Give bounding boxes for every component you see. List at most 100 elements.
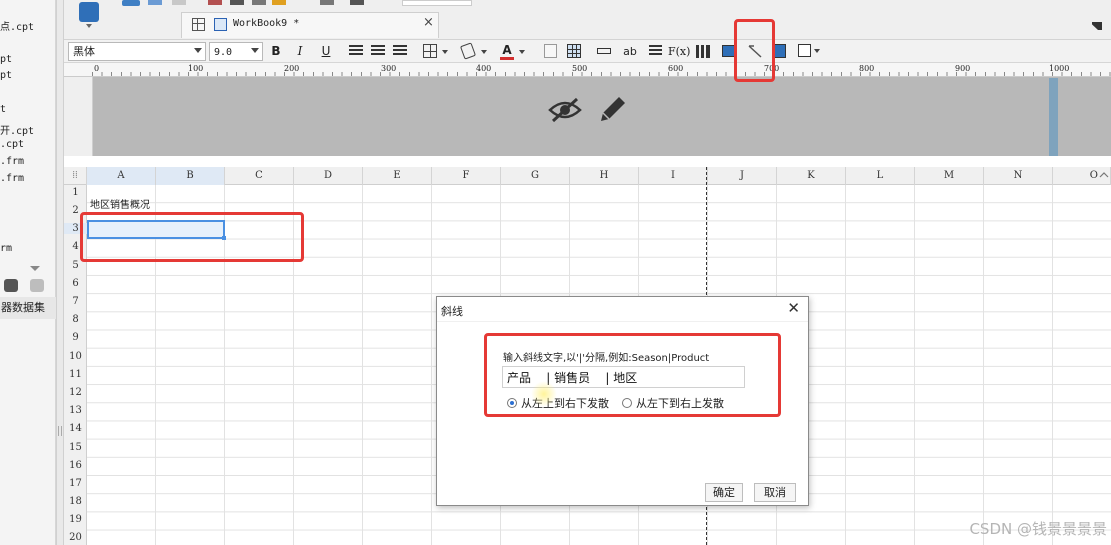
chevron-down-icon[interactable] xyxy=(814,49,820,53)
cancel-button[interactable]: 取消 xyxy=(754,483,796,502)
file-item[interactable]: .cpt xyxy=(0,139,24,150)
row-header[interactable]: 7 xyxy=(64,296,87,307)
undo-icon[interactable] xyxy=(148,0,162,5)
column-header[interactable]: I xyxy=(639,167,708,185)
row-header[interactable]: 17 xyxy=(64,478,87,489)
file-item[interactable]: 开.cpt xyxy=(0,122,34,137)
save-icon[interactable] xyxy=(122,0,140,6)
column-header[interactable]: K xyxy=(777,167,846,185)
panel-toggle-icon[interactable] xyxy=(1092,22,1102,30)
select-all-corner[interactable]: ⁞⁞ xyxy=(64,167,87,185)
column-header[interactable]: F xyxy=(432,167,501,185)
underline-button[interactable]: U xyxy=(319,43,333,60)
paste-icon[interactable] xyxy=(252,0,266,5)
row-header[interactable]: 18 xyxy=(64,496,87,507)
fill-color-icon[interactable] xyxy=(459,42,477,60)
freeze-icon[interactable] xyxy=(544,44,557,58)
file-item[interactable]: t xyxy=(0,104,6,115)
dialog-close-icon[interactable]: ✕ xyxy=(787,299,800,317)
chevron-down-icon[interactable] xyxy=(194,48,202,53)
collapse-arrow-icon[interactable] xyxy=(30,266,40,271)
row-header[interactable]: 8 xyxy=(64,314,87,325)
align-right-icon[interactable] xyxy=(393,45,407,57)
preview-icon[interactable] xyxy=(320,0,334,5)
panel-splitter[interactable] xyxy=(56,0,64,545)
column-header[interactable]: G xyxy=(501,167,570,185)
column-header[interactable]: H xyxy=(570,167,639,185)
copy-icon[interactable] xyxy=(230,0,244,5)
radio-unchecked-icon[interactable] xyxy=(622,398,632,408)
database-add-icon[interactable] xyxy=(4,279,18,292)
radio-top-left-to-bottom-right[interactable]: 从左上到右下发散 xyxy=(507,395,609,411)
column-header[interactable]: A xyxy=(87,167,156,185)
insert-row-icon[interactable] xyxy=(597,48,611,54)
chevron-down-icon[interactable] xyxy=(519,50,525,54)
row-header[interactable]: 14 xyxy=(64,423,87,434)
hide-eye-icon[interactable] xyxy=(548,96,582,124)
workbook-tab[interactable]: WorkBook9 * × xyxy=(181,12,439,38)
page-margin-bar[interactable] xyxy=(1049,78,1058,156)
row-header[interactable]: 6 xyxy=(64,278,87,289)
template-tab[interactable] xyxy=(402,0,472,6)
redo-icon[interactable] xyxy=(172,0,186,5)
menu-dropdown-icon[interactable] xyxy=(86,24,92,28)
row-header[interactable]: 13 xyxy=(64,405,87,416)
text-color-button[interactable]: A xyxy=(500,43,514,60)
row-header[interactable]: 9 xyxy=(64,332,87,343)
ok-button[interactable]: 确定 xyxy=(705,483,743,502)
row-header[interactable]: 12 xyxy=(64,387,87,398)
bold-button[interactable]: B xyxy=(269,43,283,60)
column-header[interactable]: J xyxy=(708,167,777,185)
row-header[interactable]: 1 xyxy=(64,187,87,198)
file-item[interactable]: .frm xyxy=(0,173,24,184)
workbook-logo-icon[interactable] xyxy=(79,2,99,22)
scroll-up-icon[interactable] xyxy=(1098,170,1110,180)
italic-button[interactable]: I xyxy=(293,43,307,60)
column-header[interactable]: M xyxy=(915,167,984,185)
row-header[interactable]: 11 xyxy=(64,369,87,380)
row-header[interactable]: 20 xyxy=(64,532,87,543)
font-name-select[interactable]: 黑体 xyxy=(68,42,206,61)
row-header[interactable]: 16 xyxy=(64,460,87,471)
file-item[interactable]: pt xyxy=(0,54,12,65)
database-icon[interactable] xyxy=(30,279,44,292)
column-header[interactable]: L xyxy=(846,167,915,185)
bar-chart-icon[interactable] xyxy=(696,45,710,58)
column-header[interactable]: B xyxy=(156,167,225,185)
text-button[interactable]: ab xyxy=(622,43,638,60)
radio-bottom-left-to-top-right[interactable]: 从左下到右上发散 xyxy=(622,395,724,411)
column-header[interactable]: N xyxy=(984,167,1053,185)
radio-checked-icon[interactable] xyxy=(507,398,517,408)
align-center-icon[interactable] xyxy=(371,45,385,57)
row-header[interactable]: 19 xyxy=(64,514,87,525)
template-icon[interactable] xyxy=(350,0,364,5)
file-item[interactable]: .frm xyxy=(0,156,24,167)
edit-pencil-icon[interactable] xyxy=(597,93,629,125)
chevron-down-icon[interactable] xyxy=(481,50,487,54)
cell-attribute-icon[interactable] xyxy=(798,44,811,57)
align-left-icon[interactable] xyxy=(349,45,363,57)
file-item[interactable]: rm xyxy=(0,243,12,254)
tab-close-icon[interactable]: × xyxy=(423,15,434,30)
chevron-down-icon[interactable] xyxy=(442,50,448,54)
grid-view-icon[interactable] xyxy=(192,18,205,31)
formula-button[interactable]: F(x) xyxy=(668,43,690,60)
table-icon[interactable] xyxy=(567,44,581,58)
column-header[interactable]: C xyxy=(225,167,294,185)
cell-a2[interactable]: 地区销售概况 xyxy=(90,196,150,211)
row-header[interactable]: 10 xyxy=(64,351,87,362)
column-header[interactable]: E xyxy=(363,167,432,185)
file-item[interactable]: pt xyxy=(0,70,12,81)
chevron-down-icon[interactable] xyxy=(251,48,259,53)
row-header[interactable]: 15 xyxy=(64,442,87,453)
file-item[interactable]: 点.cpt xyxy=(0,18,34,33)
cut-icon[interactable] xyxy=(208,0,222,5)
wrap-text-icon[interactable] xyxy=(649,45,662,57)
border-icon[interactable] xyxy=(423,44,437,58)
font-size-select[interactable]: 9.0 xyxy=(209,42,263,61)
server-dataset-label[interactable]: 器数据集 xyxy=(0,297,56,319)
format-painter-icon[interactable] xyxy=(272,0,286,5)
splitter-grip-icon[interactable] xyxy=(58,426,62,436)
column-header[interactable]: D xyxy=(294,167,363,185)
cell-element-icon[interactable] xyxy=(774,44,786,58)
